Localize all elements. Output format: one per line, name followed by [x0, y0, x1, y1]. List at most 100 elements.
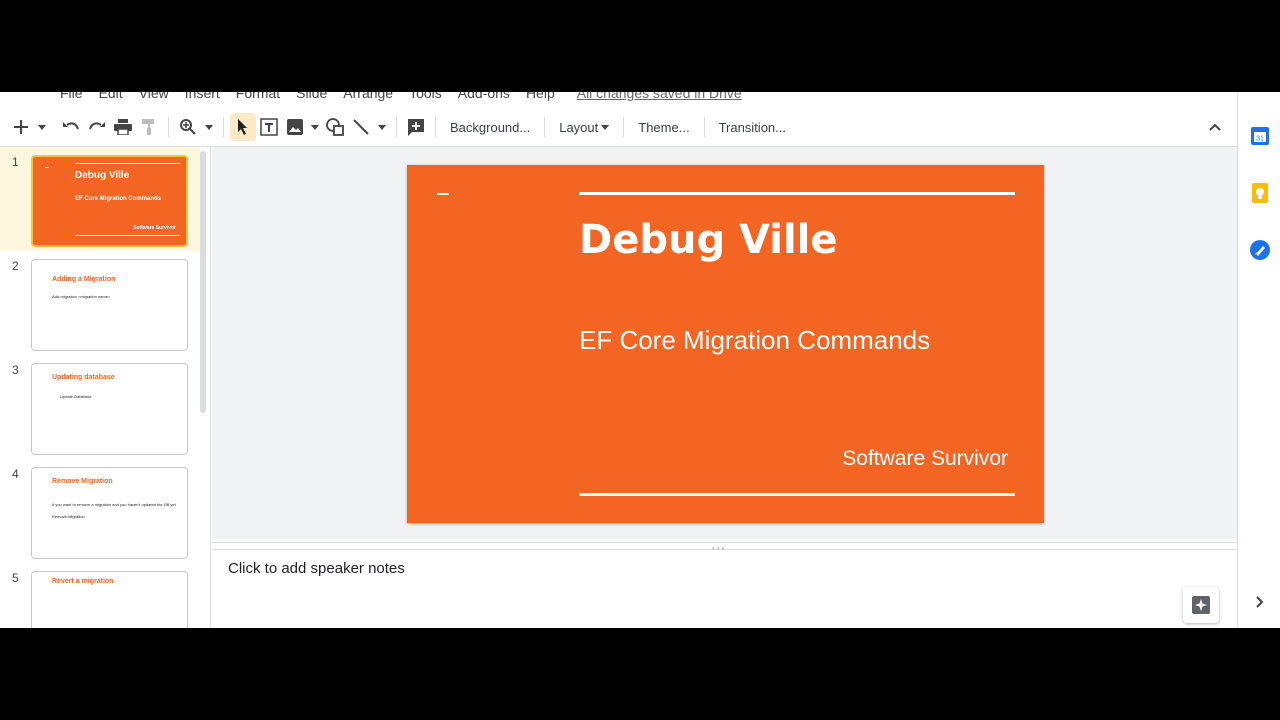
caret-down-icon — [378, 124, 386, 130]
slide-number: 3 — [12, 363, 19, 377]
collapse-toolbar-button[interactable] — [1202, 113, 1228, 141]
line-button[interactable] — [348, 113, 374, 141]
slide-number: 5 — [12, 571, 19, 585]
redo-button[interactable] — [84, 113, 110, 141]
chevron-right-icon[interactable] — [1256, 595, 1264, 611]
toolbar-separator — [396, 117, 397, 137]
thumb-author: Software Survivor — [133, 225, 176, 231]
slide-bottom-rule — [579, 493, 1015, 496]
tasks-icon — [1250, 240, 1270, 260]
line-dropdown[interactable] — [374, 113, 390, 141]
text-box-icon — [260, 118, 278, 136]
thumb-title: Adding a Migration — [52, 276, 116, 283]
slide-thumbnail[interactable]: Adding a Migration Add-migration <migrat… — [31, 259, 188, 351]
layout-label: Layout — [559, 119, 599, 135]
slide-title[interactable]: Debug Ville — [579, 217, 838, 263]
filmstrip-slide-5[interactable]: 5 Revert a migration — [0, 563, 200, 628]
menu-format[interactable]: Format — [236, 92, 280, 101]
paint-format-button[interactable] — [136, 113, 162, 141]
slide-subtitle[interactable]: EF Core Migration Commands — [579, 325, 930, 356]
slide-canvas: Debug Ville EF Core Migration Commands S… — [212, 147, 1237, 540]
insert-image-dropdown[interactable] — [308, 113, 322, 141]
toolbar-separator — [223, 117, 224, 137]
toolbar-separator — [168, 117, 169, 137]
filmstrip-scrollbar[interactable] — [200, 151, 206, 413]
shape-button[interactable] — [322, 113, 348, 141]
slides-editor: File Edit View Insert Format Slide Arran… — [0, 92, 1280, 628]
explore-button[interactable] — [1183, 587, 1219, 623]
layout-button[interactable]: Layout — [551, 113, 617, 141]
calendar-button[interactable]: 31 — [1250, 126, 1270, 146]
keep-icon — [1252, 183, 1268, 203]
new-slide-dropdown[interactable] — [34, 113, 50, 141]
toolbar: Background... Layout Theme... Transition… — [8, 111, 1230, 143]
filmstrip-slide-4[interactable]: 4 Remove Migration If you want to remove… — [0, 459, 200, 563]
filmstrip-slide-1[interactable]: 1 Debug Ville EF Core Migration Commands… — [0, 147, 200, 251]
undo-icon — [63, 122, 79, 130]
select-tool-button[interactable] — [230, 113, 256, 141]
toolbar-separator — [623, 117, 625, 137]
filmstrip-slide-2[interactable]: 2 Adding a Migration Add-migration <migr… — [0, 251, 200, 355]
menu-help[interactable]: Help — [526, 92, 555, 101]
caret-down-icon — [205, 124, 213, 130]
menu-slide[interactable]: Slide — [296, 92, 327, 101]
svg-text:31: 31 — [1256, 136, 1264, 143]
notes-resize-handle[interactable]: ••• — [212, 542, 1237, 553]
add-comment-button[interactable] — [403, 113, 429, 141]
image-icon — [287, 119, 303, 135]
menu-insert[interactable]: Insert — [185, 92, 220, 101]
text-box-button[interactable] — [256, 113, 282, 141]
zoom-button[interactable] — [175, 113, 201, 141]
insert-image-button[interactable] — [282, 113, 308, 141]
caret-down-icon — [311, 124, 319, 130]
thumb-line — [75, 163, 181, 164]
toolbar-separator — [703, 117, 705, 137]
print-icon — [114, 119, 132, 135]
caret-down-icon — [601, 124, 610, 130]
print-button[interactable] — [110, 113, 136, 141]
menu-edit[interactable]: Edit — [99, 92, 123, 101]
menu-view[interactable]: View — [139, 92, 169, 101]
tasks-button[interactable] — [1250, 240, 1270, 260]
thumb-line — [75, 235, 181, 236]
slide-number: 1 — [12, 155, 19, 169]
slide-top-rule — [579, 192, 1015, 195]
theme-button[interactable]: Theme... — [630, 113, 697, 141]
filmstrip: 1 Debug Ville EF Core Migration Commands… — [0, 147, 211, 628]
slide-accent-dash — [437, 193, 449, 195]
plus-icon — [14, 120, 28, 134]
background-button[interactable]: Background... — [442, 113, 538, 141]
undo-button[interactable] — [58, 113, 84, 141]
speaker-notes[interactable]: Click to add speaker notes — [228, 560, 405, 577]
caret-down-icon — [38, 124, 46, 130]
add-comment-icon — [408, 119, 424, 136]
menu-arrange[interactable]: Arrange — [343, 92, 393, 101]
zoom-dropdown[interactable] — [201, 113, 217, 141]
save-status[interactable]: All changes saved in Drive — [577, 92, 742, 101]
transition-button[interactable]: Transition... — [711, 113, 794, 141]
filmstrip-slide-3[interactable]: 3 Updating database Update-Database — [0, 355, 200, 459]
slide-thumbnail[interactable]: Updating database Update-Database — [31, 363, 188, 455]
explore-icon — [1192, 596, 1210, 614]
current-slide[interactable]: Debug Ville EF Core Migration Commands S… — [407, 165, 1044, 523]
menu-file[interactable]: File — [60, 92, 83, 101]
thumb-body: If you want to remove a migration and yo… — [52, 502, 176, 507]
menu-bar: File Edit View Insert Format Slide Arran… — [60, 92, 780, 104]
cursor-arrow-icon — [238, 119, 247, 135]
slide-number: 4 — [12, 467, 19, 481]
thumb-body: Update-Database — [60, 394, 92, 399]
thumb-title: Debug Ville — [75, 170, 130, 181]
keep-button[interactable] — [1250, 183, 1270, 203]
toolbar-separator — [544, 117, 546, 137]
thumb-dash — [45, 167, 49, 168]
slide-thumbnail[interactable]: Remove Migration If you want to remove a… — [31, 467, 188, 559]
redo-icon — [89, 122, 105, 130]
thumb-title: Revert a migration — [52, 578, 114, 585]
menu-tools[interactable]: Tools — [409, 92, 442, 101]
new-slide-button[interactable] — [8, 113, 34, 141]
zoom-icon — [180, 119, 196, 135]
slide-thumbnail[interactable]: Revert a migration — [31, 571, 188, 628]
slide-author[interactable]: Software Survivor — [842, 447, 1008, 471]
menu-add-ons[interactable]: Add-ons — [458, 92, 510, 101]
slide-thumbnail[interactable]: Debug Ville EF Core Migration Commands S… — [31, 155, 188, 247]
